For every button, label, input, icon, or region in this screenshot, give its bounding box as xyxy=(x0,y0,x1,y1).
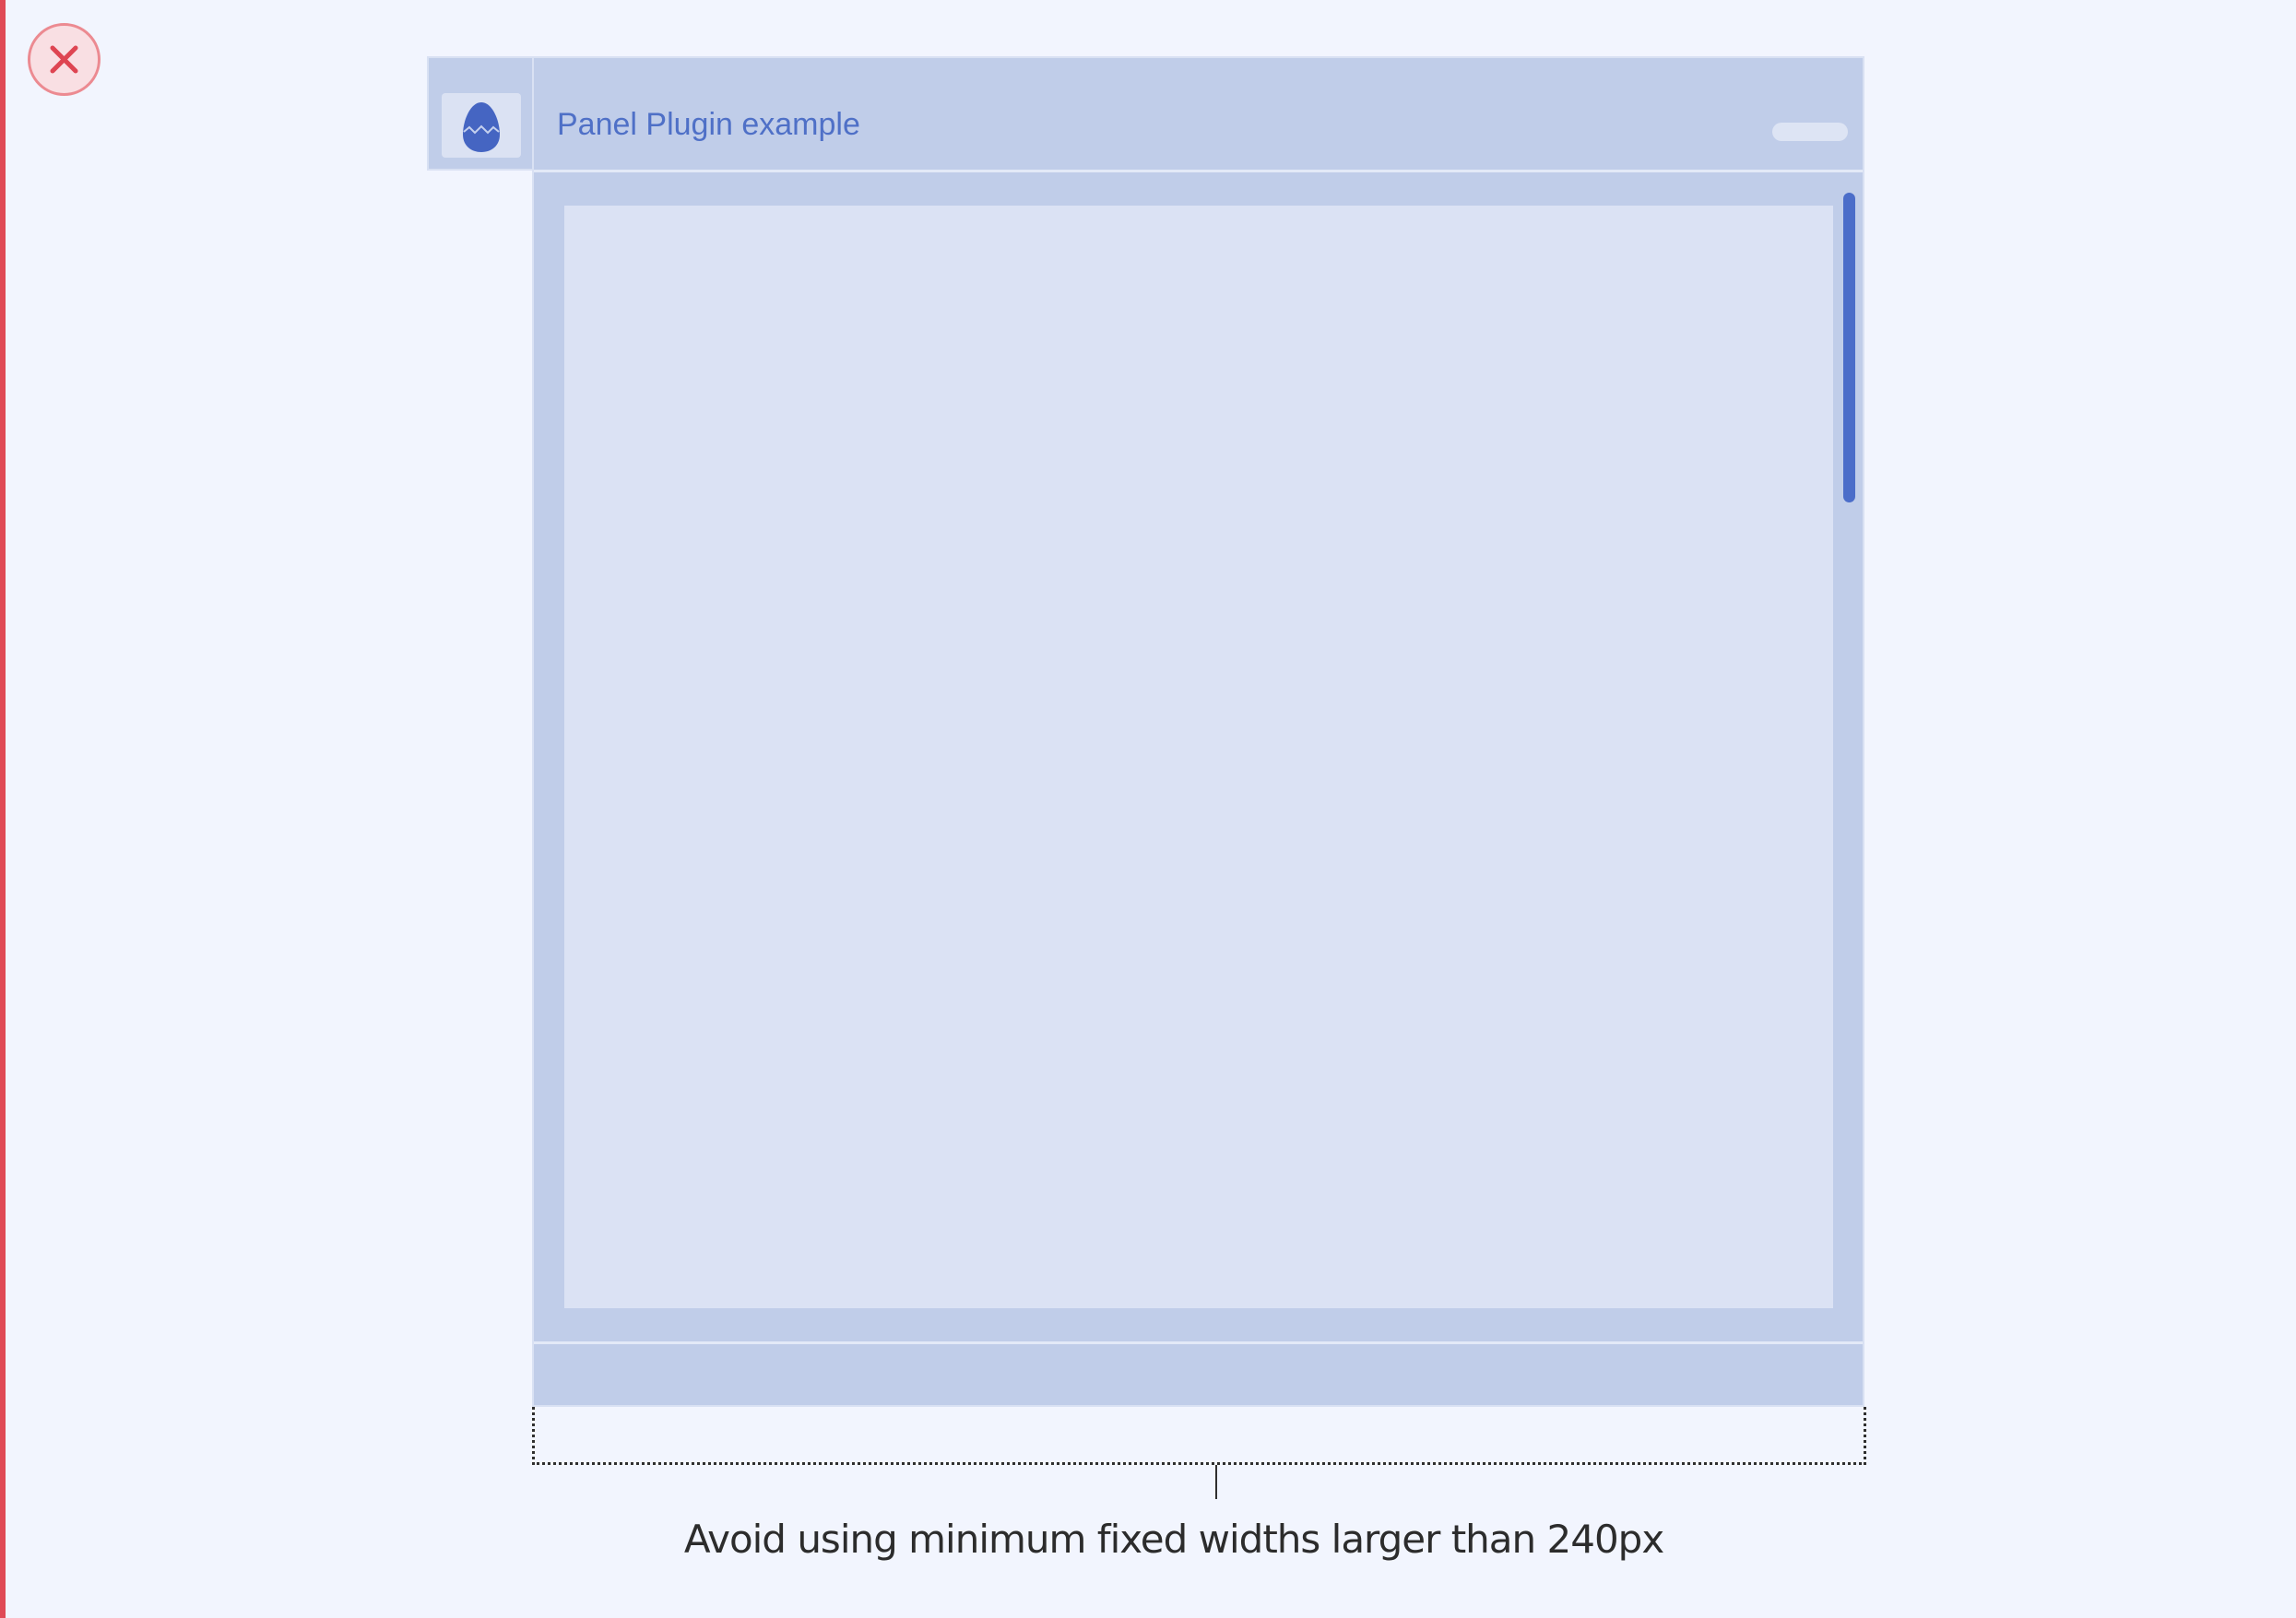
egg-icon xyxy=(463,102,500,152)
panel-title: Panel Plugin example xyxy=(557,107,860,142)
width-measure-bracket xyxy=(532,1407,1866,1465)
dont-indicator-bar xyxy=(0,0,6,1618)
panel-header: Panel Plugin example xyxy=(534,58,1863,172)
error-x-icon xyxy=(28,23,101,96)
panel-content-area xyxy=(564,206,1833,1308)
guideline-caption: Avoid using minimum fixed widths larger … xyxy=(683,1517,1664,1562)
width-measure-tick xyxy=(1215,1465,1217,1499)
plugin-icon-tile xyxy=(442,93,521,158)
vertical-scrollbar-thumb[interactable] xyxy=(1843,193,1855,502)
panel-footer-divider xyxy=(534,1341,1863,1344)
panel-menu-pill[interactable] xyxy=(1772,123,1848,141)
plugin-icon-tab[interactable] xyxy=(427,56,534,171)
plugin-panel: Panel Plugin example xyxy=(532,56,1864,1407)
